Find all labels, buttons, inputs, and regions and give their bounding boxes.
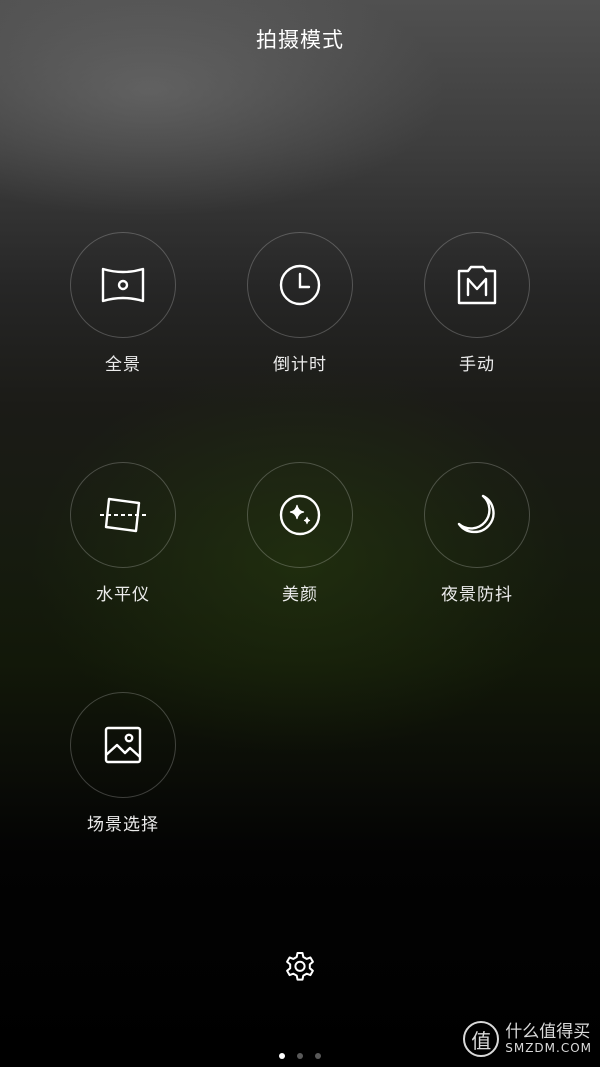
mode-level-button[interactable] — [70, 462, 176, 568]
page-dot-1[interactable] — [279, 1053, 285, 1059]
clock-icon — [279, 264, 321, 306]
mode-level[interactable]: 水平仪 — [43, 462, 203, 605]
page-dot-3[interactable] — [315, 1053, 321, 1059]
moon-icon — [457, 494, 495, 534]
watermark: 值 什么值得买 SMZDM.COM — [463, 1021, 592, 1057]
panorama-icon — [101, 267, 145, 303]
settings-button[interactable] — [283, 950, 317, 984]
mode-manual-button[interactable] — [424, 232, 530, 338]
manual-m-icon — [457, 265, 497, 305]
mode-manual-label: 手动 — [459, 355, 495, 375]
mode-timer-label: 倒计时 — [273, 355, 327, 375]
mode-beauty-label: 美颜 — [282, 585, 318, 605]
mode-manual[interactable]: 手动 — [397, 232, 557, 375]
mode-beauty-button[interactable] — [247, 462, 353, 568]
mode-timer-button[interactable] — [247, 232, 353, 338]
page-dot-2[interactable] — [297, 1053, 303, 1059]
mode-night-button[interactable] — [424, 462, 530, 568]
mode-scene-button[interactable] — [70, 692, 176, 798]
mode-panorama[interactable]: 全景 — [43, 232, 203, 375]
watermark-text-en: SMZDM.COM — [505, 1040, 592, 1055]
image-icon — [104, 726, 142, 764]
watermark-text: 什么值得买 SMZDM.COM — [505, 1023, 592, 1055]
watermark-text-cn: 什么值得买 — [505, 1022, 591, 1043]
gear-icon — [286, 952, 314, 981]
mode-night[interactable]: 夜景防抖 — [397, 462, 557, 605]
mode-night-label: 夜景防抖 — [441, 585, 513, 605]
mode-grid: 全景 倒计时 手动 水平仪 美颜 夜景防抖 场景选择 — [0, 0, 600, 900]
mode-timer[interactable]: 倒计时 — [220, 232, 380, 375]
level-icon — [100, 497, 146, 533]
mode-scene-label: 场景选择 — [87, 815, 159, 835]
watermark-logo: 值 — [463, 1021, 500, 1057]
mode-beauty[interactable]: 美颜 — [220, 462, 380, 605]
mode-panorama-button[interactable] — [70, 232, 176, 338]
sparkle-icon — [279, 494, 321, 536]
mode-level-label: 水平仪 — [96, 585, 150, 605]
mode-scene[interactable]: 场景选择 — [43, 692, 203, 835]
mode-panorama-label: 全景 — [105, 355, 141, 375]
